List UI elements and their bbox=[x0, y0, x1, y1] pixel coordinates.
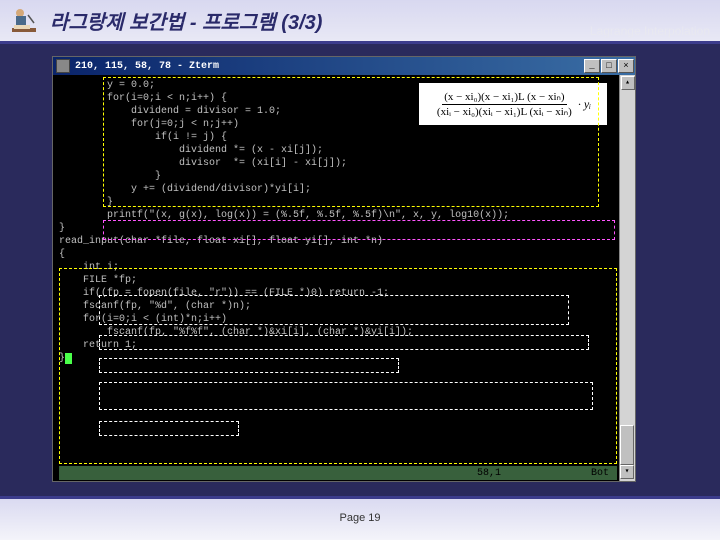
code-line: } bbox=[59, 171, 161, 182]
header-icon bbox=[6, 3, 42, 39]
close-button[interactable]: × bbox=[618, 59, 634, 73]
subtitle-label: Lagrange Interpolation bbox=[590, 24, 710, 38]
highlight-box-return bbox=[99, 421, 239, 436]
code-line: dividend = divisor = 1.0; bbox=[59, 106, 281, 117]
page-footer: Page 19 bbox=[0, 496, 720, 540]
code-line: FILE *fp; bbox=[59, 275, 137, 286]
vim-status-bar: 58,1 Bot bbox=[59, 466, 617, 480]
code-line: divisor *= (xi[i] - xi[j]); bbox=[59, 158, 347, 169]
formula-suffix: · yᵢ bbox=[578, 97, 591, 112]
code-line: y += (dividend/divisor)*yi[i]; bbox=[59, 184, 311, 195]
footer-divider bbox=[0, 496, 720, 499]
scroll-up-button[interactable]: ▴ bbox=[621, 76, 635, 90]
highlight-box-forloop bbox=[99, 382, 593, 410]
scroll-thumb[interactable] bbox=[620, 425, 634, 465]
code-line: } bbox=[59, 223, 65, 234]
code-line: for(i=0;i < n;i++) { bbox=[59, 93, 227, 104]
code-line: { bbox=[59, 249, 65, 260]
code-line: if(i != j) { bbox=[59, 132, 227, 143]
scroll-down-button[interactable]: ▾ bbox=[620, 465, 634, 479]
status-mode: Bot bbox=[591, 468, 609, 479]
code-line: } bbox=[59, 197, 113, 208]
status-position: 58,1 bbox=[477, 468, 501, 479]
code-line: for(j=0;j < n;j++) bbox=[59, 119, 239, 130]
terminal-title: 210, 115, 58, 78 - Zterm bbox=[73, 61, 584, 72]
code-line: fscanf(fp, "%d", (char *)n); bbox=[59, 301, 251, 312]
formula-numerator: (x − xi₀)(x − xi₁)L (x − xiₙ) bbox=[442, 90, 566, 105]
terminal-body: y = 0.0; for(i=0;i < n;i++) { dividend =… bbox=[53, 75, 635, 481]
maximize-button[interactable]: □ bbox=[601, 59, 617, 73]
code-line: y = 0.0; bbox=[59, 80, 155, 91]
code-line: fscanf(fp, "%f%f", (char *)&xi[i], (char… bbox=[59, 327, 413, 338]
code-line: for(i=0;i < (int)*n;i++) bbox=[59, 314, 227, 325]
code-line: dividend *= (x - xi[j]); bbox=[59, 145, 323, 156]
lagrange-formula: (x − xi₀)(x − xi₁)L (x − xiₙ) (xiᵢ − xi₀… bbox=[419, 83, 607, 125]
terminal-icon bbox=[56, 59, 70, 73]
terminal-titlebar: 210, 115, 58, 78 - Zterm _ □ × bbox=[53, 57, 635, 75]
code-line: printf("(x, g(x), log(x)) = (%.5f, %.5f,… bbox=[59, 210, 509, 221]
page-number: Page 19 bbox=[340, 512, 381, 524]
scrollbar[interactable]: ▴ ▾ bbox=[619, 75, 635, 481]
formula-denominator: (xiᵢ − xi₀)(xiᵢ − xi₁)L (xiᵢ − xiₙ) bbox=[435, 105, 574, 119]
code-line: if((fp = fopen(file, "r")) == (FILE *)0)… bbox=[59, 288, 389, 299]
minimize-button[interactable]: _ bbox=[584, 59, 600, 73]
terminal-window: 210, 115, 58, 78 - Zterm _ □ × y = 0.0; … bbox=[52, 56, 636, 482]
code-line: read_input(char *file, float xi[], float… bbox=[59, 236, 383, 247]
cursor bbox=[65, 353, 72, 364]
code-line: int i; bbox=[59, 262, 119, 273]
code-line: return 1; bbox=[59, 340, 137, 351]
